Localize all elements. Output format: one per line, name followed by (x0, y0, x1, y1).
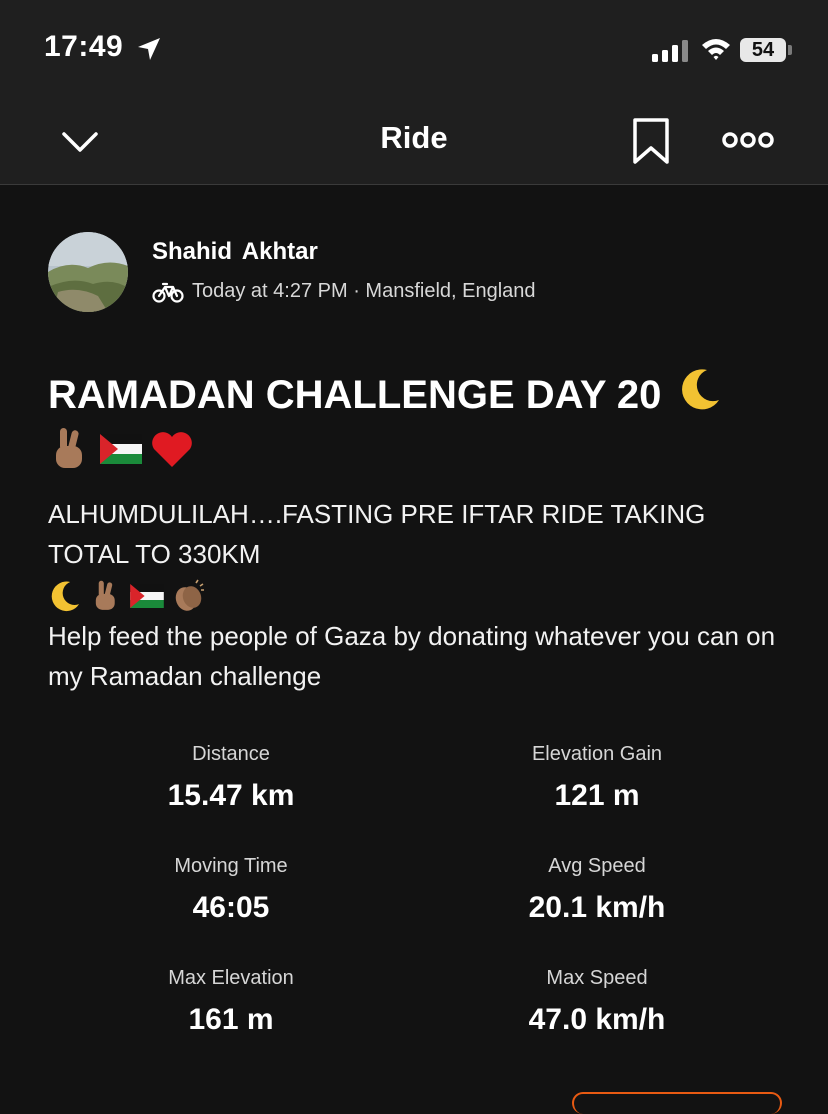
battery-tip (788, 45, 792, 55)
description-emoji-row (48, 576, 206, 616)
description-line-1: ALHUMDULILAH….FASTING PRE IFTAR RIDE TAK… (48, 499, 706, 569)
palestine-flag-icon (130, 584, 164, 609)
stat-value: 20.1 km/h (528, 891, 666, 924)
more-icon[interactable] (722, 130, 774, 150)
stat-value: 15.47 km (167, 779, 295, 812)
stat-label: Distance (192, 743, 270, 765)
crescent-moon-icon (51, 581, 80, 612)
activity-title-text: RAMADAN CHALLENGE DAY 20 (48, 373, 662, 417)
bottom-action-button[interactable] (572, 1092, 782, 1114)
crescent-moon-icon (681, 369, 719, 410)
bike-icon (152, 282, 184, 303)
stat-moving-time: Moving Time 46:05 (48, 852, 414, 926)
signal-icon (652, 40, 688, 62)
status-bar: 17:49 54 (0, 0, 828, 100)
red-heart-icon (152, 432, 192, 468)
page-title: Ride (380, 120, 448, 155)
stat-avg-speed: Avg Speed 20.1 km/h (414, 852, 780, 926)
stat-distance: Distance 15.47 km (48, 740, 414, 814)
stat-label: Max Speed (546, 967, 648, 989)
stat-label: Avg Speed (548, 855, 646, 877)
avatar[interactable] (48, 232, 128, 312)
activity-title: RAMADAN CHALLENGE DAY 20 (48, 366, 788, 473)
palestine-flag-icon (100, 434, 142, 465)
stat-elevation-gain: Elevation Gain 121 m (414, 740, 780, 814)
nav-bar: Ride (0, 100, 828, 185)
description-line-2: Help feed the people of Gaza by donating… (48, 621, 776, 692)
stat-label: Elevation Gain (531, 743, 663, 765)
title-emoji-row (48, 426, 194, 472)
activity-description: ALHUMDULILAH….FASTING PRE IFTAR RIDE TAK… (48, 494, 788, 696)
status-time: 17:49 (44, 30, 124, 63)
activity-meta-text: Today at 4:27 PM · Mansfield, England (192, 280, 536, 302)
stat-value: 121 m (554, 779, 640, 812)
bookmark-icon[interactable] (630, 116, 672, 166)
clapping-hands-icon (175, 579, 204, 611)
stat-max-elevation: Max Elevation 161 m (48, 964, 414, 1038)
victory-hand-icon (56, 428, 82, 469)
battery-indicator: 54 (740, 38, 786, 62)
victory-hand-icon (95, 580, 115, 610)
stat-max-speed: Max Speed 47.0 km/h (414, 964, 780, 1038)
stat-label: Max Elevation (168, 967, 294, 989)
stat-value: 161 m (188, 1003, 274, 1036)
location-arrow-icon (138, 38, 160, 60)
athlete-name[interactable]: Shahid Akhtar (152, 238, 318, 266)
stat-value: 47.0 km/h (528, 1003, 666, 1036)
stat-label: Moving Time (174, 855, 288, 877)
wifi-icon (702, 39, 730, 60)
avatar-image (48, 232, 128, 312)
stat-value: 46:05 (192, 891, 270, 924)
activity-meta: Today at 4:27 PM · Mansfield, England (152, 280, 536, 303)
